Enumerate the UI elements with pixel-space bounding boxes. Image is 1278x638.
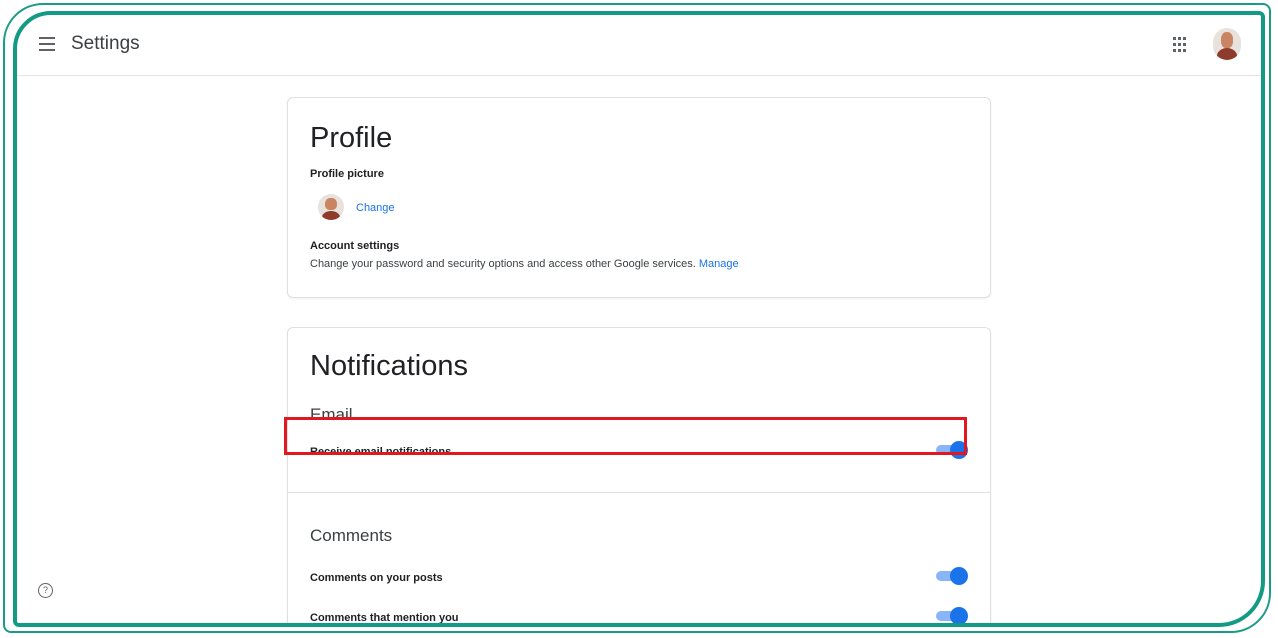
account-description-text: Change your password and security option… [310, 258, 696, 270]
settings-app: Settings Profile Profile picture Change … [17, 15, 1261, 623]
help-circle-icon[interactable]: ? [38, 583, 53, 598]
account-settings-label: Account settings [310, 240, 400, 252]
profile-card: Profile Profile picture Change Account s… [287, 97, 991, 298]
notifications-card: Notifications Email Receive email notifi… [287, 327, 991, 623]
manage-account-link[interactable]: Manage [699, 258, 739, 270]
page-title: Settings [71, 33, 140, 54]
profile-picture-avatar [318, 194, 344, 220]
apps-grid-icon[interactable] [1173, 37, 1189, 53]
account-settings-description: Change your password and security option… [310, 258, 739, 270]
account-avatar[interactable] [1213, 28, 1241, 60]
profile-title: Profile [310, 122, 393, 154]
notifications-title: Notifications [310, 350, 468, 382]
comments-section-title: Comments [310, 526, 393, 545]
comments-on-posts-toggle[interactable] [934, 567, 968, 585]
profile-picture-label: Profile picture [310, 168, 384, 180]
hamburger-menu-icon[interactable] [39, 37, 55, 51]
comments-on-posts-label: Comments on your posts [310, 572, 443, 584]
highlight-box [284, 417, 967, 455]
section-divider [288, 492, 990, 493]
change-picture-link[interactable]: Change [356, 202, 395, 214]
comments-mention-toggle[interactable] [934, 607, 968, 623]
comments-mention-label: Comments that mention you [310, 612, 459, 623]
top-bar: Settings [17, 15, 1261, 76]
